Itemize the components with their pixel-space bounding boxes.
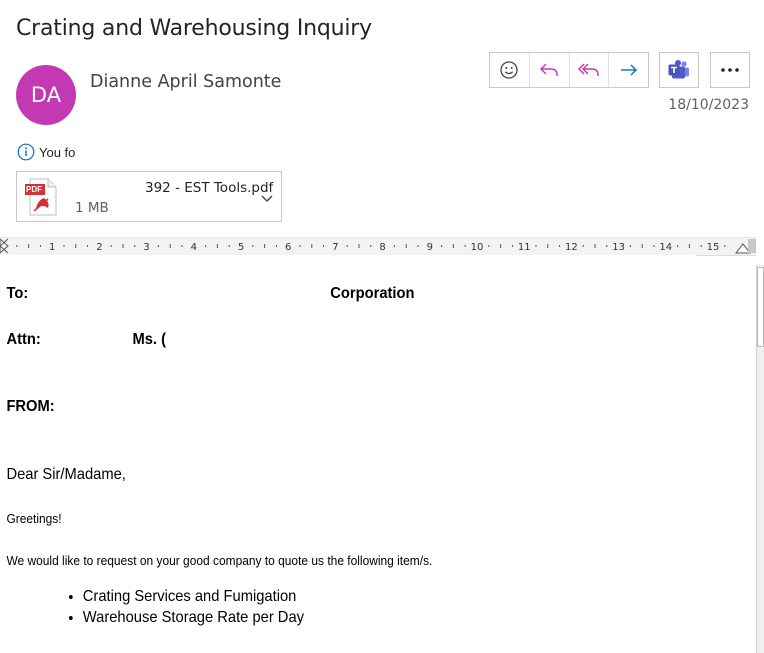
scrollbar-thumb[interactable] [757,267,764,347]
ruler-number: 2 [96,242,102,253]
attachment-card[interactable]: PDF 392 - EST Tools.pdf 1 MB [16,171,282,222]
email-date: 18/10/2023 [668,97,749,113]
teams-icon [668,60,689,79]
attn-label: Attn: [6,331,41,348]
ruler-number: 6 [285,242,291,253]
ruler-number: 1 [49,242,55,253]
teams-button[interactable] [659,52,699,88]
salutation: Dear Sir/Madame, [6,466,126,483]
ruler-number: 5 [238,242,244,253]
ruler-number: 11 [518,242,531,253]
message-actions-toolbar [489,52,649,88]
reply-icon [540,63,558,76]
attachment-menu-chevron[interactable] [261,190,273,208]
attachment-size: 1 MB [75,200,109,216]
ruler-number: 3 [143,242,149,253]
sender-avatar[interactable]: DA [16,65,76,125]
email-subject: Crating and Warehousing Inquiry [16,16,372,41]
vertical-scrollbar[interactable] [756,265,764,653]
ruler-number: 4 [191,242,197,253]
to-value: Corporation [330,285,415,302]
info-text: You fo [39,144,76,160]
sender-name[interactable]: Dianne April Samonte [90,72,281,92]
info-icon [17,143,35,161]
document-ruler: 1 2 3 4 5 6 7 8 9 10 11 12 13 14 15 [0,237,756,256]
to-label: To: [6,285,29,302]
ruler-number: 12 [565,242,578,253]
ruler-number: 10 [471,242,484,253]
from-label: FROM: [6,398,55,415]
requested-items-list: Crating Services and Fumigation Warehous… [51,588,304,630]
left-indent-marker [0,238,9,254]
attachment-filename: 392 - EST Tools.pdf [145,180,274,196]
reply-all-button[interactable] [570,53,610,87]
pdf-badge: PDF [26,185,42,194]
more-actions-button[interactable] [710,52,750,88]
ruler-scale: 1 2 3 4 5 6 7 8 9 10 11 12 13 14 15 [0,238,756,254]
ruler-number: 8 [379,242,385,253]
right-indent-marker [734,243,752,254]
list-item: Warehouse Storage Rate per Day [83,609,304,627]
attn-value: Ms. ( [132,331,167,348]
ruler-number: 7 [332,242,338,253]
ruler-number: 15 [707,242,720,253]
list-item: Crating Services and Fumigation [83,588,304,606]
document-preview: To: Corporation Attn: Ms. ( FROM: Dear S… [0,255,696,653]
emoji-react-button[interactable] [490,53,530,87]
greeting: Greetings! [6,511,62,526]
ruler-margin [748,239,756,253]
ruler-number: 13 [612,242,625,253]
request-text: We would like to request on your good co… [6,553,433,568]
forward-button[interactable] [609,53,648,87]
forward-icon [620,64,637,76]
reply-button[interactable] [530,53,570,87]
ruler-number: 14 [659,242,672,253]
emoji-react-icon [500,61,519,79]
ruler-number: 9 [427,242,433,253]
avatar-initials: DA [30,83,62,107]
reply-all-icon [577,63,599,76]
chevron-down-icon [261,195,273,202]
info-notice: You fo [17,143,75,161]
more-options-icon [721,68,739,72]
